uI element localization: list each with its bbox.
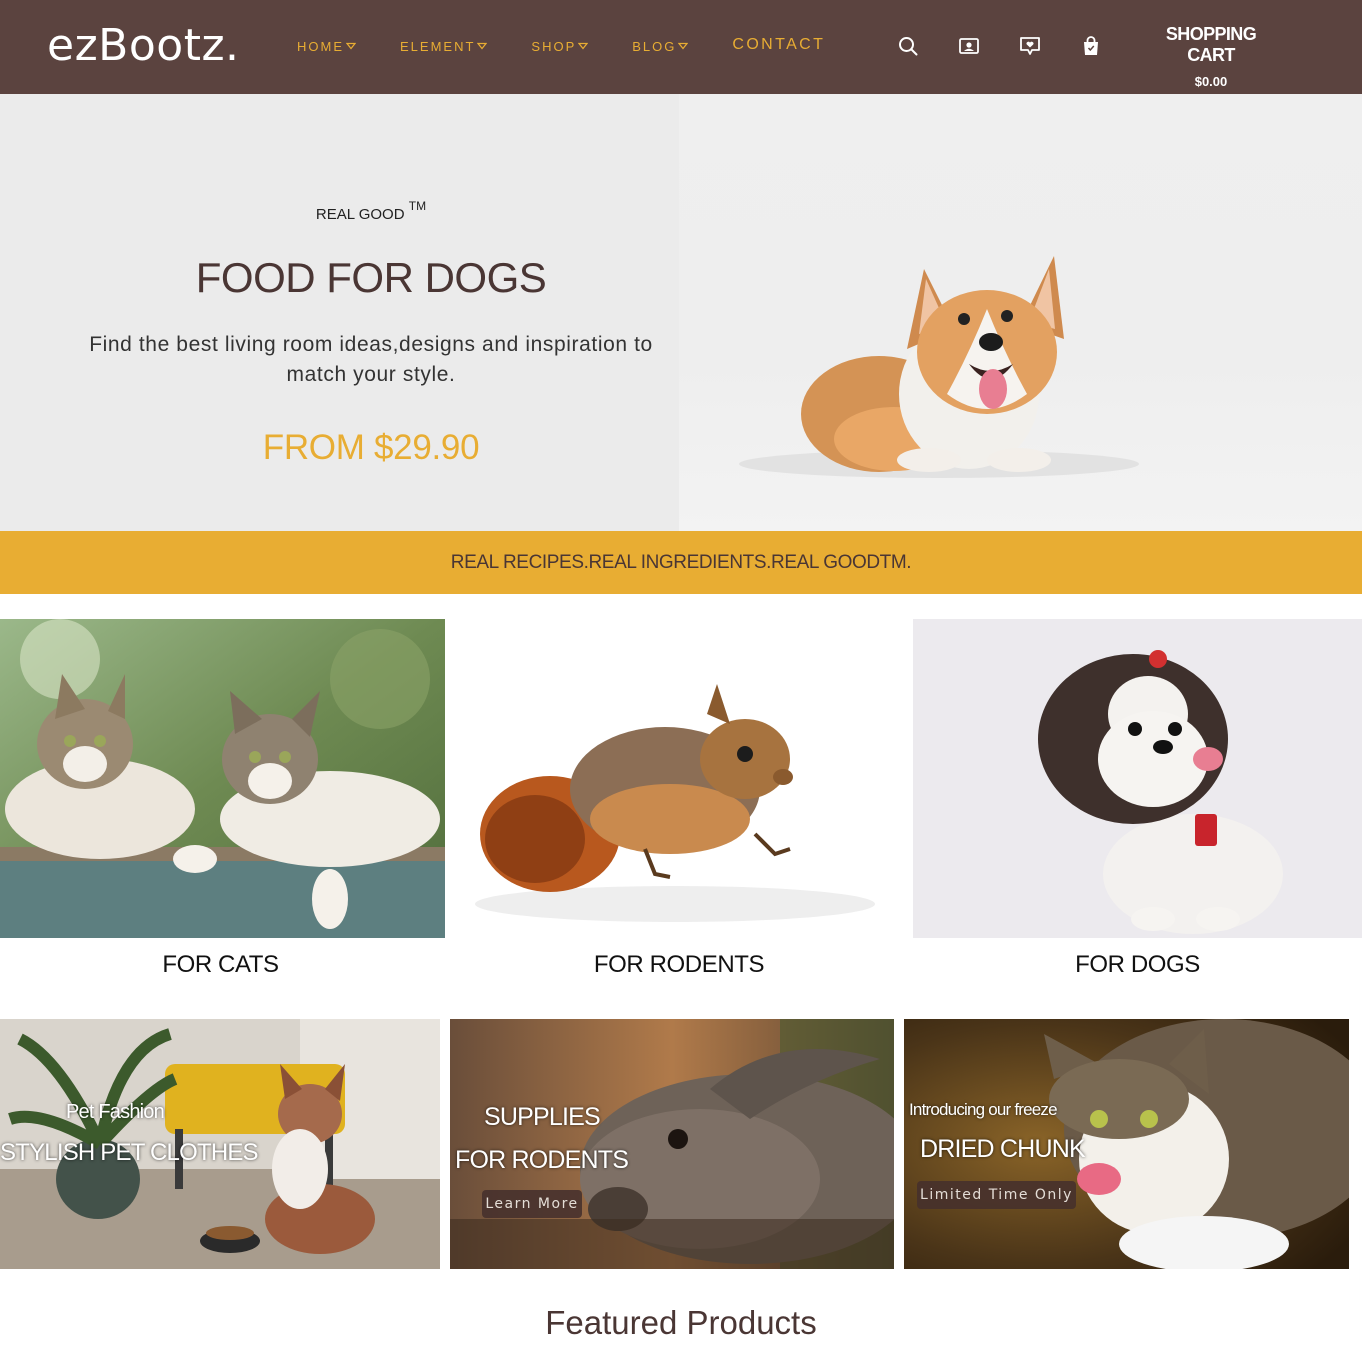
nav-blog[interactable]: BLOG — [632, 38, 689, 54]
promo-rodent-supplies-eyebrow: SUPPLIES — [484, 1103, 601, 1131]
nav-contact-label: CONTACT — [732, 36, 826, 53]
category-image-cats[interactable] — [0, 619, 445, 938]
tagline-banner: REAL RECIPES.REAL INGREDIENTS.REAL GOODT… — [0, 531, 1362, 594]
wishlist-icon[interactable] — [1018, 34, 1042, 58]
hero-price: FROM $29.90 — [262, 428, 480, 467]
cart-total: $0.00 — [1194, 74, 1228, 89]
category-label-rodents[interactable]: FOR RODENTS — [455, 951, 903, 979]
site-header: ezBootz. HOME ELEMENT SHOP BLOG CONTACT — [0, 0, 1362, 94]
hero-description: Find the best living room ideas,designs … — [89, 333, 653, 386]
tagline-text: REAL RECIPES.REAL INGREDIENTS.REAL GOODT… — [450, 552, 912, 573]
category-label-dogs[interactable]: FOR DOGS — [913, 951, 1362, 979]
hero-eyebrow-text: REAL GOOD — [315, 206, 405, 223]
hero-eyebrow: REAL GOOD TM — [0, 199, 742, 223]
chevron-down-icon — [578, 42, 589, 50]
hero-image — [679, 94, 1362, 531]
main-nav: HOME ELEMENT SHOP BLOG CONTACT — [297, 36, 869, 54]
promo-pet-fashion-title: STYLISH PET CLOTHES — [0, 1139, 259, 1166]
promo-freeze-dried-title: DRIED CHUNK — [920, 1135, 1086, 1163]
hero-section: REAL GOOD TM FOOD FOR DOGS Find the best… — [0, 94, 1362, 531]
nav-shop[interactable]: SHOP — [531, 38, 589, 54]
hero-title: FOOD FOR DOGS — [195, 254, 547, 301]
nav-contact[interactable]: CONTACT — [732, 36, 825, 54]
category-image-rodents[interactable] — [455, 619, 903, 938]
chevron-down-icon — [346, 42, 356, 50]
promo-pet-fashion-eyebrow: Pet Fashion — [66, 1101, 165, 1123]
learn-more-button[interactable]: Learn More — [482, 1190, 582, 1218]
cats-illustration — [0, 619, 445, 938]
limited-time-button[interactable]: Limited Time Only — [917, 1181, 1076, 1209]
promo-freeze-dried-eyebrow: Introducing our freeze — [909, 1100, 1058, 1119]
shopping-cart-summary[interactable]: SHOPPING CART $0.00 — [1140, 24, 1282, 89]
rabbit-illustration — [450, 1019, 894, 1269]
chevron-down-icon — [477, 42, 488, 50]
category-label-cats[interactable]: FOR CATS — [0, 951, 441, 979]
shopping-bag-icon[interactable] — [1079, 34, 1103, 58]
squirrel-illustration — [455, 619, 903, 938]
nav-home[interactable]: HOME — [297, 38, 356, 54]
promo-pet-fashion[interactable]: Pet Fashion STYLISH PET CLOTHES — [0, 1019, 440, 1269]
nav-element-label: ELEMENT — [400, 38, 476, 54]
search-icon[interactable] — [896, 34, 920, 58]
nav-home-label: HOME — [297, 38, 344, 54]
account-icon[interactable] — [957, 34, 981, 58]
featured-products-heading: Featured Products — [545, 1304, 817, 1341]
promo-freeze-dried[interactable]: Introducing our freeze DRIED CHUNK Limit… — [904, 1019, 1349, 1269]
chevron-down-icon — [678, 42, 689, 50]
cart-title: SHOPPING CART — [1165, 24, 1257, 65]
corgi-illustration — [739, 256, 1139, 478]
site-logo[interactable]: ezBootz. — [47, 20, 240, 71]
promo-rodent-supplies[interactable]: SUPPLIES FOR RODENTS Learn More — [450, 1019, 894, 1269]
category-image-dogs[interactable] — [913, 619, 1362, 938]
nav-element[interactable]: ELEMENT — [400, 38, 488, 54]
nav-blog-label: BLOG — [632, 38, 677, 54]
trademark-mark: TM — [408, 199, 427, 213]
promo-rodent-supplies-title: FOR RODENTS — [455, 1146, 629, 1174]
nav-shop-label: SHOP — [531, 38, 577, 54]
shih-tzu-illustration — [913, 619, 1362, 938]
